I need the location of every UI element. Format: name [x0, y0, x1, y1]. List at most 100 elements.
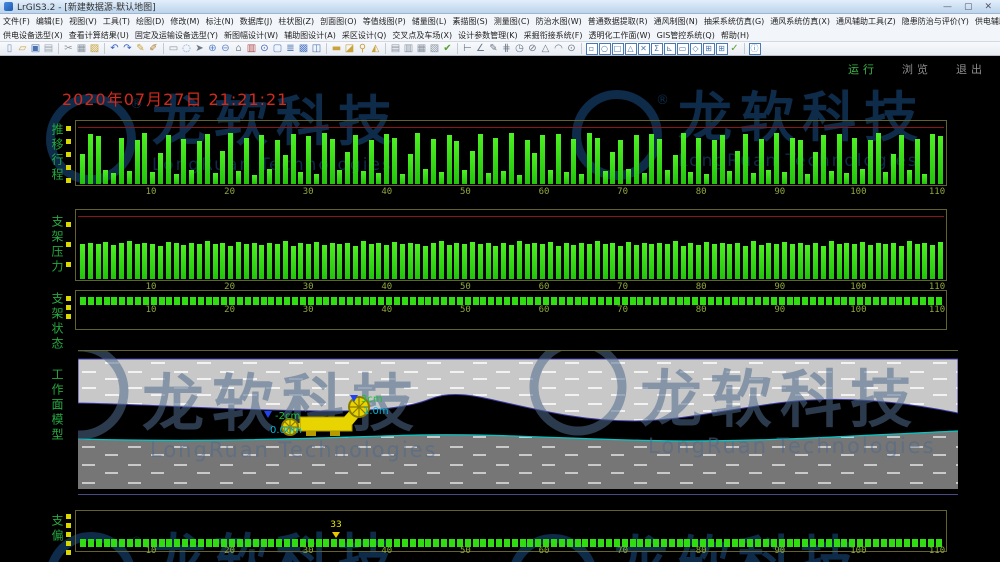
surveyor-icon[interactable]: ⚲	[357, 43, 369, 55]
menu-item[interactable]: 抽采系统仿真(G)	[701, 16, 767, 27]
menu-item[interactable]: 透明化工作面(W)	[585, 30, 653, 41]
menu-item[interactable]: 查看计算结果(U)	[66, 30, 132, 41]
menu-item[interactable]: 修改(M)	[167, 16, 202, 27]
save-icon[interactable]: ▣	[30, 43, 42, 55]
menu-item[interactable]: 工具(T)	[100, 16, 133, 27]
map-sheet-icon[interactable]: ◫	[311, 43, 323, 55]
menu-item[interactable]: 测量图(C)	[491, 16, 533, 27]
print-icon[interactable]: ▤	[43, 43, 55, 55]
snap-cross-icon[interactable]: ✕	[638, 43, 650, 55]
menu-item[interactable]: 编辑(E)	[33, 16, 66, 27]
snap-node-icon[interactable]: ▫	[586, 43, 598, 55]
bar	[337, 170, 342, 184]
info-icon[interactable]: ⓘ	[749, 43, 761, 55]
menu-item[interactable]: 交叉点及车场(X)	[389, 30, 455, 41]
menu-item[interactable]: 隐患防治与评价(Y)	[899, 16, 972, 27]
grid-icon[interactable]: ▩	[298, 43, 310, 55]
export-1-icon[interactable]: ▤	[390, 43, 402, 55]
format-brush-icon[interactable]: ✎	[135, 43, 147, 55]
menu-item[interactable]: 新图幅设计(W)	[221, 30, 281, 41]
zoom-in-icon[interactable]: ⊕	[207, 43, 219, 55]
menu-item[interactable]: GIS管控系统(Q)	[654, 30, 718, 41]
arc-tool-icon[interactable]: ◠	[553, 43, 565, 55]
paste-icon[interactable]: ▨	[89, 43, 101, 55]
menu-item[interactable]: 等值线图(P)	[360, 16, 409, 27]
menu-item[interactable]: 设计参数管理(K)	[455, 30, 521, 41]
pan-icon[interactable]: ▭	[168, 43, 180, 55]
snap-circle-icon[interactable]: ○	[599, 43, 611, 55]
select-cursor-icon[interactable]: ➤	[194, 43, 206, 55]
menu-item[interactable]: 帮助(H)	[718, 30, 752, 41]
menu-item[interactable]: 标注(N)	[203, 16, 237, 27]
menu-item[interactable]: 防治水图(W)	[533, 16, 585, 27]
page-flip-icon[interactable]: ◪	[344, 43, 356, 55]
orbit-icon[interactable]: ◌	[181, 43, 193, 55]
layers-icon[interactable]: ≣	[285, 43, 297, 55]
snap-sigma-icon[interactable]: Σ	[651, 43, 663, 55]
menu-item[interactable]: 柱状图(Z)	[275, 16, 317, 27]
map-canvas[interactable]: ®龙软科技LongRuan Technologies®龙软科技LongRuan …	[0, 56, 1000, 562]
snap-perp-icon[interactable]: ⊾	[664, 43, 676, 55]
dot-circle-icon[interactable]: ⊙	[566, 43, 578, 55]
snap-rect-icon[interactable]: ▭	[677, 43, 689, 55]
snap-diamond-icon[interactable]: ◇	[690, 43, 702, 55]
minimize-button[interactable]: —	[943, 2, 952, 12]
menu-item[interactable]: 储量图(L)	[409, 16, 450, 27]
bar	[571, 139, 576, 184]
undo-icon[interactable]: ↶	[109, 43, 121, 55]
menu-item[interactable]: 采区设计(Q)	[339, 30, 390, 41]
browse-button[interactable]: 浏览	[902, 61, 932, 77]
flat-rect-icon[interactable]: ▬	[331, 43, 343, 55]
menu-item[interactable]: 采掘衔接系统(F)	[521, 30, 586, 41]
close-button[interactable]: ✕	[984, 2, 992, 12]
clock-tool-icon[interactable]: ◷	[514, 43, 526, 55]
copy-icon[interactable]: ▦	[76, 43, 88, 55]
prism-icon[interactable]: ◭	[370, 43, 382, 55]
menu-item[interactable]: 文件(F)	[0, 16, 33, 27]
menu-item[interactable]: 供电辅助制图(Z)	[972, 16, 1000, 27]
triangle-tool-icon[interactable]: △	[540, 43, 552, 55]
new-icon[interactable]: ▯	[4, 43, 16, 55]
maximize-button[interactable]: ▢	[964, 2, 973, 12]
no-draw-icon[interactable]: ⊘	[527, 43, 539, 55]
angle-tool-icon[interactable]: ∠	[475, 43, 487, 55]
menu-item[interactable]: 通风制图(N)	[651, 16, 701, 27]
snap-square-icon[interactable]: □	[612, 43, 624, 55]
menu-item[interactable]: 视图(V)	[66, 16, 100, 27]
export-2-icon[interactable]: ▥	[403, 43, 415, 55]
run-button[interactable]: 运行	[848, 61, 878, 77]
menu-item[interactable]: 绘图(D)	[133, 16, 167, 27]
menu-item[interactable]: 普通数据提取(R)	[585, 16, 651, 27]
zoom-out-icon[interactable]: ⊖	[220, 43, 232, 55]
bar	[704, 174, 709, 184]
save-map-icon[interactable]: ▧	[429, 43, 441, 55]
grid-88-b-icon[interactable]: ⊞	[716, 43, 728, 55]
pen-line-icon[interactable]: ✎	[488, 43, 500, 55]
apply-check-icon[interactable]: ✓	[729, 43, 741, 55]
layout-icon[interactable]: ▢	[272, 43, 284, 55]
edit-green-icon[interactable]: ✔	[442, 43, 454, 55]
menu-item[interactable]: 固定及运输设备选型(Y)	[132, 30, 221, 41]
zoom-window-icon[interactable]: ⌂	[233, 43, 245, 55]
grid-88-a-icon[interactable]: ⊞	[703, 43, 715, 55]
add-view-icon[interactable]: ⊙	[259, 43, 271, 55]
style-pen-icon[interactable]: ✐	[148, 43, 160, 55]
menu-item[interactable]: 供电设备选型(X)	[0, 30, 66, 41]
hline-tool-icon[interactable]: ⊢	[462, 43, 474, 55]
menu-item[interactable]: 辅助图设计(A)	[281, 30, 339, 41]
menu-item[interactable]: 通风辅助工具(Z)	[833, 16, 899, 27]
cut-icon[interactable]: ✂	[63, 43, 75, 55]
full-extent-icon[interactable]: ▥	[246, 43, 258, 55]
snap-triangle-icon[interactable]: △	[625, 43, 637, 55]
deviation-ticks: 102030405060708090100110	[75, 546, 947, 556]
print-map-icon[interactable]: ▦	[416, 43, 428, 55]
exit-button[interactable]: 退出	[956, 61, 986, 77]
menu-item[interactable]: 通风系统仿真(X)	[767, 16, 833, 27]
bar	[330, 243, 335, 279]
menu-item[interactable]: 剖面图(O)	[317, 16, 360, 27]
redo-icon[interactable]: ↷	[122, 43, 134, 55]
hatch-tool-icon[interactable]: ⋕	[501, 43, 513, 55]
menu-item[interactable]: 素描图(S)	[449, 16, 490, 27]
menu-item[interactable]: 数据库(J)	[237, 16, 276, 27]
open-icon[interactable]: ▱	[17, 43, 29, 55]
